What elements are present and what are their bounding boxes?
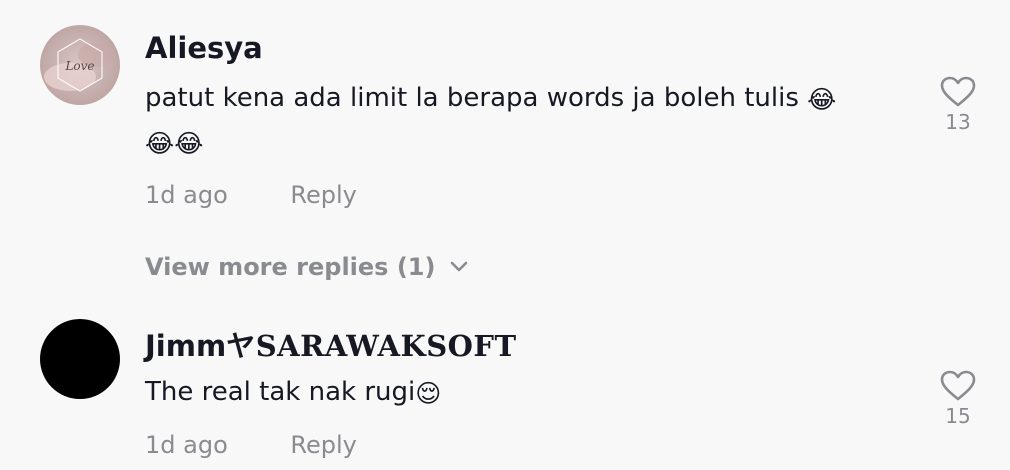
comment-timestamp: 1d ago xyxy=(145,431,228,459)
heart-outline-icon xyxy=(940,76,976,107)
avatar-logo-text: Love xyxy=(64,59,94,73)
reply-button[interactable]: Reply xyxy=(290,431,356,459)
comment-meta: 1d ago Reply xyxy=(145,181,357,209)
comment-username[interactable]: Aliesya xyxy=(145,31,263,65)
like-button[interactable]: 13 xyxy=(928,76,988,134)
username-prefix: Jimm xyxy=(145,329,227,363)
reply-button[interactable]: Reply xyxy=(290,181,356,209)
avatar-image: Love xyxy=(40,25,120,105)
comment-text-line: patut kena ada limit la berapa words ja … xyxy=(145,83,808,113)
avatar[interactable]: Love xyxy=(40,25,120,105)
username-symbol: ヤ xyxy=(226,329,256,363)
comment-text-line: The real tak nak rugi xyxy=(145,377,416,407)
comment-meta: 1d ago Reply xyxy=(145,431,357,459)
like-count: 13 xyxy=(945,110,971,134)
view-more-replies-button[interactable]: View more replies (1) xyxy=(145,253,469,281)
comment-timestamp: 1d ago xyxy=(145,181,228,209)
comment-text: The real tak nak rugi😌 xyxy=(145,370,905,414)
like-count: 15 xyxy=(945,404,971,428)
comment-text: patut kena ada limit la berapa words ja … xyxy=(145,76,905,164)
view-more-replies-label: View more replies (1) xyxy=(145,253,436,281)
avatar[interactable] xyxy=(40,319,120,399)
heart-outline-icon xyxy=(940,370,976,401)
like-button[interactable]: 15 xyxy=(928,370,988,428)
username-styled: SARAWAKSOFT xyxy=(255,329,517,363)
chevron-down-icon xyxy=(449,260,469,274)
comment-username[interactable]: JimmヤSARAWAKSOFT xyxy=(145,323,517,365)
laughing-emoji-icon: 😂 xyxy=(807,85,837,114)
relieved-emoji-icon: 😌 xyxy=(415,379,442,408)
laughing-emoji-icon: 😂 xyxy=(145,129,175,158)
comments-panel: Love Aliesya patut kena ada limit la ber… xyxy=(0,0,1010,470)
laughing-emoji-icon: 😂 xyxy=(174,129,204,158)
